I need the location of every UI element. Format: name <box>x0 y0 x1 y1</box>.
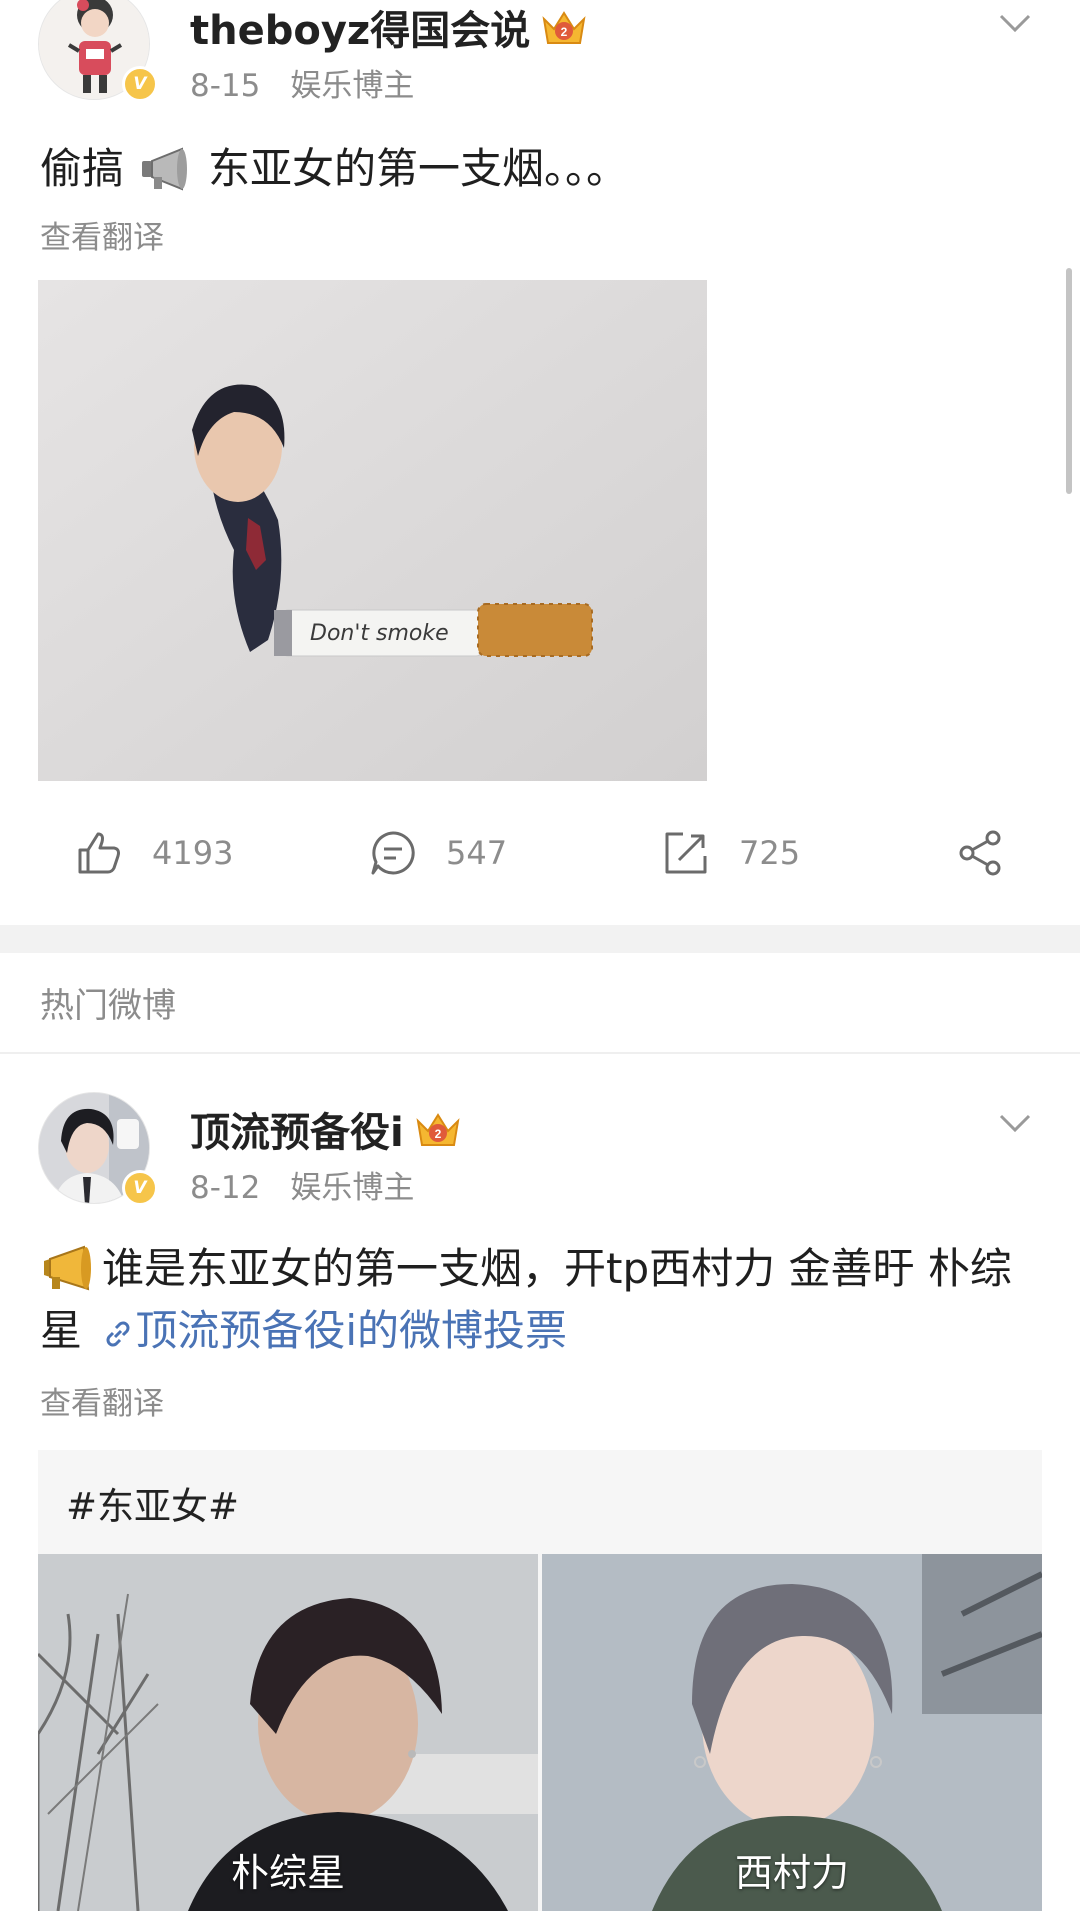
crown-level: 2 <box>434 1127 441 1141</box>
section-title: 热门微博 <box>40 986 176 1026</box>
post-text: 偷搞 东亚女的第一支烟。。。 <box>40 138 628 200</box>
translate-link[interactable]: 查看翻译 <box>40 212 164 257</box>
post-date: 8-15 <box>190 68 261 104</box>
megaphone-icon <box>142 147 188 191</box>
verified-icon: V <box>122 66 158 102</box>
repost-icon <box>665 832 707 874</box>
vote-option-label: 朴综星 <box>230 1851 345 1895</box>
image-caption: Don't smoke <box>310 621 449 646</box>
crown-icon: 2 <box>416 1113 460 1146</box>
username[interactable]: 顶流预备役i <box>190 1100 404 1158</box>
vote-option-2[interactable]: 西村力 <box>542 1554 1042 1911</box>
crown-level: 2 <box>561 25 568 39</box>
like-button[interactable]: 4193 <box>74 828 233 878</box>
link-icon <box>106 1321 130 1347</box>
felt-cigarette-photo: Don't smoke <box>38 280 707 781</box>
post-text-part-2: 东亚女的第一支烟。。。 <box>208 144 629 193</box>
megaphone-icon <box>44 1245 91 1291</box>
vote-card[interactable]: #东亚女# 朴综星 西村力 <box>38 1450 1042 1911</box>
comment-button[interactable]: 547 <box>368 828 507 878</box>
like-icon <box>78 832 120 874</box>
user-header: 顶流预备役i 2 <box>190 1100 464 1158</box>
post-text-part-1: 偷搞 <box>40 144 125 193</box>
section-divider <box>0 925 1080 953</box>
user-header: theboyz得国会说 2 <box>190 0 590 56</box>
username[interactable]: theboyz得国会说 <box>190 0 530 56</box>
vote-link[interactable]: 顶流预备役i的微博投票 <box>135 1306 567 1355</box>
vote-topic: #东亚女# <box>66 1485 240 1528</box>
user-category: 娱乐博主 <box>290 1170 415 1206</box>
share-icon[interactable] <box>955 828 1005 878</box>
vote-option-1[interactable]: 朴综星 <box>38 1554 538 1911</box>
comment-icon <box>371 831 415 875</box>
translate-link[interactable]: 查看翻译 <box>40 1378 164 1423</box>
crown-icon: 2 <box>542 11 586 44</box>
repost-count: 725 <box>739 834 801 872</box>
scrollbar[interactable] <box>1066 268 1072 494</box>
repost-button[interactable]: 725 <box>661 828 800 878</box>
post-meta: 8-15 娱乐博主 <box>190 60 414 105</box>
chevron-down-icon[interactable] <box>998 12 1032 34</box>
chevron-down-icon[interactable] <box>998 1112 1032 1134</box>
verified-icon: V <box>122 1170 158 1206</box>
like-count: 4193 <box>152 834 234 872</box>
post-image[interactable]: Don't smoke <box>38 280 707 781</box>
post-meta: 8-12 娱乐博主 <box>190 1162 414 1207</box>
post-date: 8-12 <box>190 1170 261 1206</box>
post-text: 谁是东亚女的第一支烟，开tp西村力 金善旴 朴综星 顶流预备役i的微博投票 <box>40 1238 1050 1362</box>
comment-count: 547 <box>446 834 508 872</box>
user-category: 娱乐博主 <box>290 68 415 104</box>
vote-option-label: 西村力 <box>734 1851 849 1895</box>
section-line <box>0 1052 1080 1054</box>
